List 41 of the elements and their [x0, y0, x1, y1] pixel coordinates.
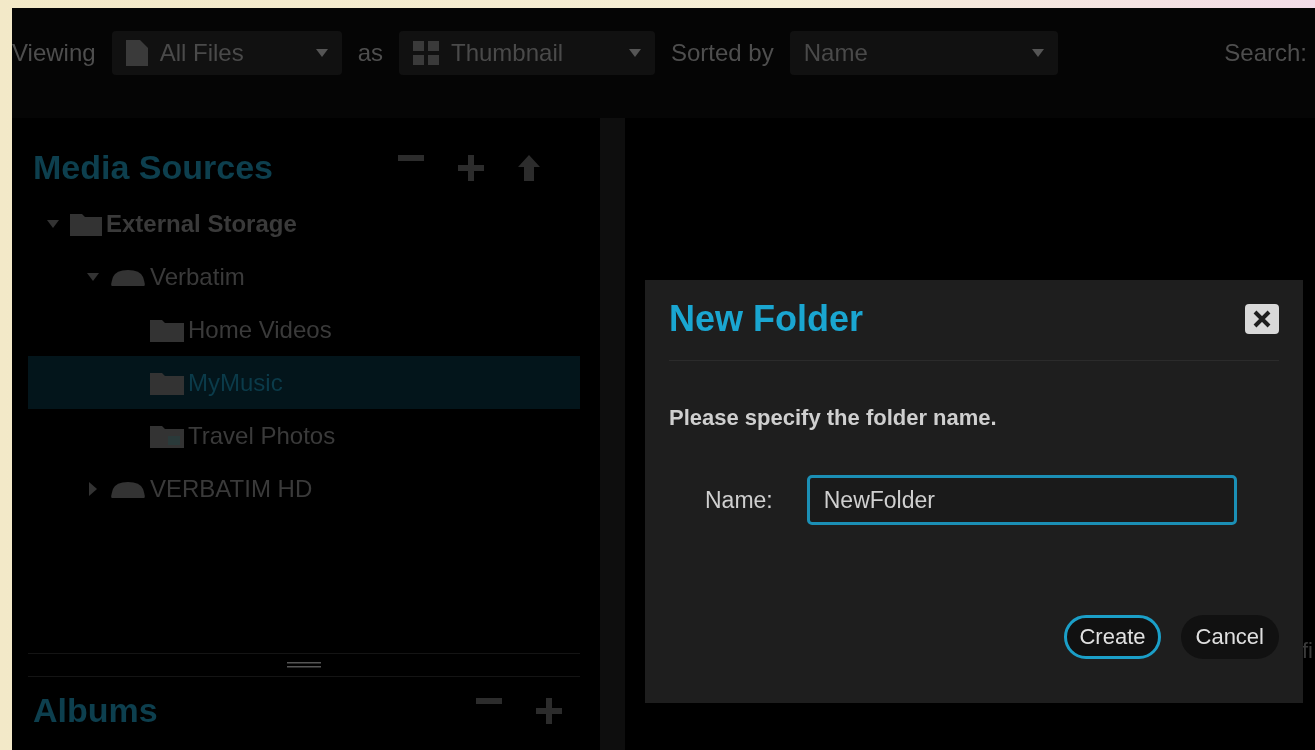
tree-item[interactable]: Travel Photos	[28, 409, 580, 462]
tree-item[interactable]: Verbatim	[28, 250, 580, 303]
folder-icon	[150, 370, 184, 395]
caret-icon	[1031, 49, 1044, 57]
sorted-by-label: Sorted by	[671, 39, 774, 67]
tree-item[interactable]: External Storage	[28, 197, 580, 250]
plus-icon[interactable]	[536, 697, 562, 724]
search-label: Search:	[1224, 39, 1307, 67]
field-label: Name:	[705, 486, 773, 514]
resize-handle[interactable]	[28, 653, 580, 677]
drive-icon	[110, 267, 146, 286]
minus-icon[interactable]	[476, 697, 502, 704]
close-button[interactable]	[1245, 304, 1279, 334]
grid-icon	[413, 41, 439, 65]
view-dropdown[interactable]: Thumbnail	[399, 31, 655, 75]
folder-icon	[70, 211, 102, 236]
plus-icon[interactable]	[458, 154, 484, 181]
up-arrow-icon[interactable]	[518, 154, 540, 181]
sort-dropdown[interactable]: Name	[789, 31, 1058, 75]
tree-item[interactable]: VERBATIM HD	[28, 462, 580, 515]
file-icon	[125, 40, 148, 66]
dialog-button[interactable]: Cancel	[1180, 615, 1279, 659]
dialog-button[interactable]: Create	[1064, 615, 1161, 659]
drive-icon	[110, 479, 146, 498]
photo-folder-icon	[150, 423, 184, 448]
dialog-message: Please specify the folder name.	[669, 405, 998, 431]
close-icon	[1253, 310, 1271, 328]
filter-dropdown[interactable]: All Files	[111, 31, 342, 75]
tree-item[interactable]: Home Videos	[28, 303, 580, 356]
caret-icon	[629, 49, 641, 57]
folder-icon	[150, 317, 184, 342]
as-label: as	[357, 39, 383, 67]
viewing-label: Viewing	[12, 39, 96, 67]
minus-icon[interactable]	[398, 154, 424, 161]
name-input[interactable]: NewFolder	[806, 475, 1237, 525]
section-title: Albums	[33, 691, 159, 730]
section-title: Media Sources	[33, 148, 274, 187]
grip-icon[interactable]	[287, 662, 321, 668]
dialog-title: New Folder	[669, 298, 864, 340]
caret-icon	[315, 49, 328, 57]
background-text: fi	[1302, 638, 1313, 664]
